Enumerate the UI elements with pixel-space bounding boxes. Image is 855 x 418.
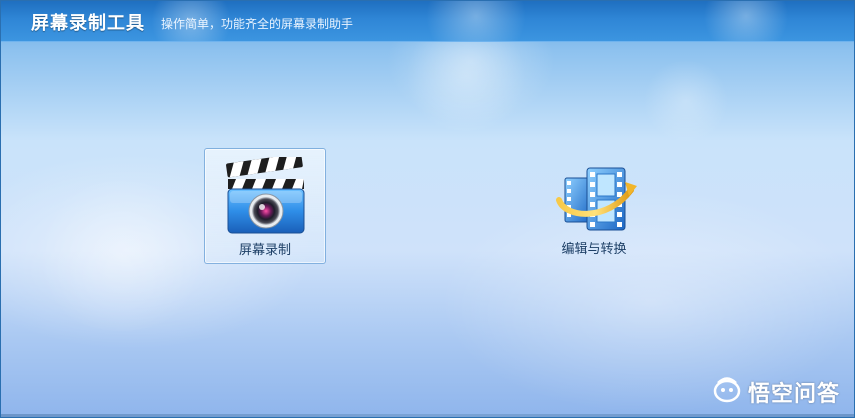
- app-window: 屏幕录制工具 操作简单，功能齐全的屏幕录制助手 屏幕录制 编辑与转换 悟空问答: [0, 0, 855, 418]
- watermark-text: 悟空问答: [747, 382, 840, 407]
- titlebar-bokeh: [701, 1, 791, 41]
- app-subtitle: 操作简单，功能齐全的屏幕录制助手: [161, 17, 354, 31]
- app-title: 屏幕录制工具: [31, 13, 145, 34]
- edit-convert-button[interactable]: 编辑与转换: [534, 148, 654, 262]
- watermark: 悟空问答: [712, 377, 840, 407]
- bottom-border: [1, 414, 854, 417]
- background-bokeh: [641, 61, 731, 141]
- clapperboard-camera-icon: [222, 153, 308, 237]
- screen-record-button[interactable]: 屏幕录制: [204, 148, 326, 264]
- wukong-logo-icon: [712, 376, 742, 408]
- edit-convert-label: 编辑与转换: [561, 242, 627, 257]
- title-bar[interactable]: 屏幕录制工具 操作简单，功能齐全的屏幕录制助手: [1, 1, 854, 42]
- screen-record-label: 屏幕录制: [238, 243, 291, 258]
- film-convert-icon: [551, 156, 637, 236]
- background-bokeh: [31, 181, 211, 331]
- titlebar-bokeh: [421, 1, 531, 41]
